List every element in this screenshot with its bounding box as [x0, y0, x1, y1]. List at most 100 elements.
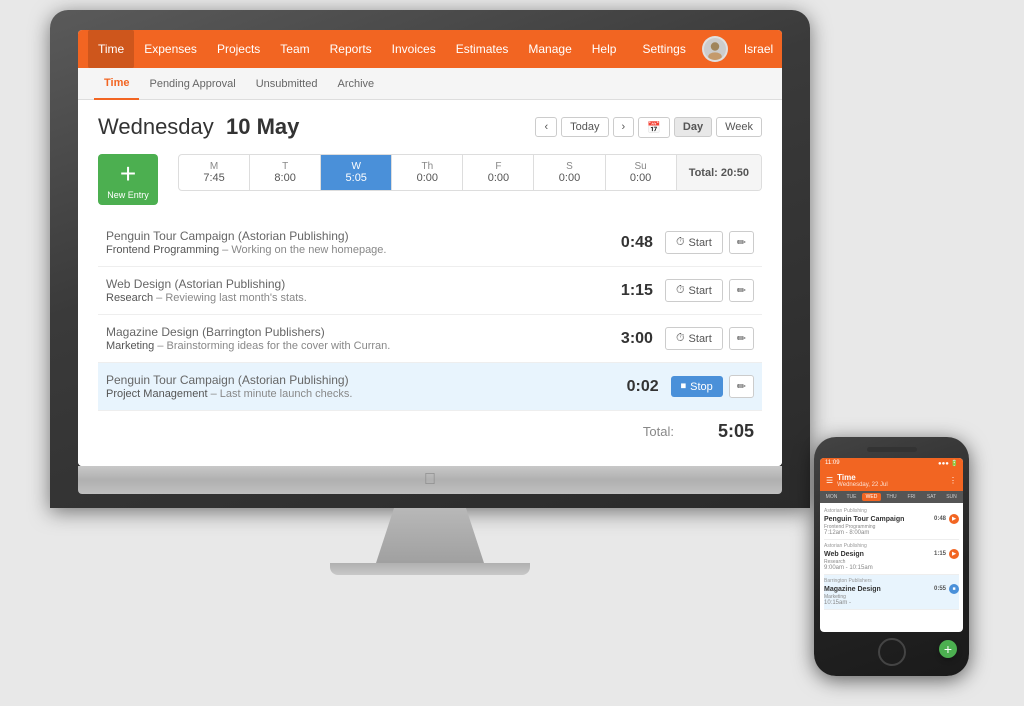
entry-project: Penguin Tour Campaign — [106, 373, 235, 387]
day-name: Wednesday — [98, 114, 214, 139]
edit-button[interactable]: ✏ — [729, 231, 754, 254]
stop-label: Stop — [690, 381, 713, 393]
entry-title: Web Design (Astorian Publishing) — [106, 277, 613, 291]
nav-right: Help Settings Israel ▾ — [582, 30, 782, 68]
nav-manage[interactable]: Manage — [518, 30, 581, 68]
calendar-icon: 📅 — [647, 122, 661, 134]
start-label: Start — [689, 285, 712, 297]
entry-description: Brainstorming ideas for the cover with C… — [167, 340, 391, 352]
week-days: M 7:45 T 8:00 W 5:05 — [179, 155, 676, 190]
pencil-icon: ✏ — [737, 333, 746, 345]
sub-nav-unsubmitted[interactable]: Unsubmitted — [246, 68, 328, 100]
week-day-sun[interactable]: Su 0:00 — [606, 155, 676, 190]
entry-title: Penguin Tour Campaign (Astorian Publishi… — [106, 373, 619, 387]
entry-desc-sep: – — [222, 244, 231, 256]
user-name[interactable]: Israel — [734, 30, 782, 68]
iphone-screen: 11:09 ●●● 🔋 ☰ Time Wednesday, 22 Jul ⋮ M… — [820, 458, 963, 632]
week-day-thu[interactable]: Th 0:00 — [392, 155, 463, 190]
tue-time: 8:00 — [258, 172, 312, 184]
entry-category: Project Management — [106, 388, 208, 400]
calendar-nav: ‹ Today › 📅 Day Week — [535, 117, 762, 138]
clock-icon: ⏱ — [676, 284, 685, 297]
imac-display: Time Expenses Projects Team Reports Invo… — [78, 30, 782, 466]
iphone-fab-button[interactable]: + — [939, 640, 957, 658]
start-button[interactable]: ⏱ Start — [665, 231, 723, 254]
avatar[interactable] — [702, 36, 728, 62]
week-section: + New Entry M 7:45 T 8:00 — [98, 154, 762, 205]
pencil-icon: ✏ — [737, 237, 746, 249]
iphone-play-button[interactable]: ▶ — [949, 514, 959, 524]
week-day-mon[interactable]: M 7:45 — [179, 155, 250, 190]
entry-title: Magazine Design (Barrington Publishers) — [106, 325, 613, 339]
nav-projects[interactable]: Projects — [207, 30, 270, 68]
entry-sub: Frontend Programming – Working on the ne… — [106, 244, 613, 256]
list-item: Astorian Publishing Web Design 1:15 ▶ Re… — [824, 540, 959, 575]
entry-actions: ⏱ Start ✏ — [665, 279, 754, 302]
tue-label: T — [258, 161, 312, 172]
day-view-button[interactable]: Day — [674, 117, 712, 137]
edit-button[interactable]: ✏ — [729, 375, 754, 398]
stop-icon: ⏹ — [681, 380, 687, 393]
nav-help[interactable]: Help — [582, 30, 627, 68]
entry-project: Magazine Design — [106, 325, 199, 339]
iphone-day-mon: MON — [822, 493, 841, 501]
prev-button[interactable]: ‹ — [535, 117, 557, 137]
nav-reports[interactable]: Reports — [320, 30, 382, 68]
edit-button[interactable]: ✏ — [729, 327, 754, 350]
start-button[interactable]: ⏱ Start — [665, 327, 723, 350]
iphone-day-fri: FRI — [902, 493, 921, 501]
nav-time[interactable]: Time — [88, 30, 134, 68]
edit-button[interactable]: ✏ — [729, 279, 754, 302]
entry-sub: Marketing – Brainstorming ideas for the … — [106, 340, 613, 352]
sub-nav-time[interactable]: Time — [94, 68, 139, 100]
calendar-icon-button[interactable]: 📅 — [638, 117, 670, 138]
nav-team[interactable]: Team — [270, 30, 319, 68]
new-entry-button[interactable]: + New Entry — [98, 154, 158, 205]
start-label: Start — [689, 333, 712, 345]
start-label: Start — [689, 237, 712, 249]
iphone-stop-button[interactable]: ■ — [949, 584, 959, 594]
thu-time: 0:00 — [400, 172, 454, 184]
sat-label: S — [542, 161, 596, 172]
iphone-statusbar: 11:09 ●●● 🔋 — [820, 458, 963, 469]
nav-invoices[interactable]: Invoices — [382, 30, 446, 68]
sub-nav-archive[interactable]: Archive — [327, 68, 384, 100]
week-day-sat[interactable]: S 0:00 — [534, 155, 605, 190]
stop-button[interactable]: ⏹ Stop — [671, 376, 723, 397]
entry-category: Marketing — [106, 340, 154, 352]
entry-client: (Astorian Publishing) — [238, 373, 349, 387]
iphone-signal: ●●● 🔋 — [938, 460, 958, 467]
list-item: Barrington Publishers Magazine Design 0:… — [824, 575, 959, 610]
start-button[interactable]: ⏱ Start — [665, 279, 723, 302]
week-view-button[interactable]: Week — [716, 117, 762, 137]
sub-nav-pending[interactable]: Pending Approval — [139, 68, 245, 100]
today-button[interactable]: Today — [561, 117, 608, 137]
app-body: Wednesday 10 May ‹ Today › 📅 Day Week — [78, 100, 782, 466]
pencil-icon: ✏ — [737, 285, 746, 297]
total-label: Total: — [643, 424, 674, 439]
total-row: Total: 5:05 — [98, 411, 762, 452]
entry-info: Penguin Tour Campaign (Astorian Publishi… — [106, 373, 619, 400]
iphone-time-action: 0:48 ▶ — [934, 514, 959, 524]
week-day-fri[interactable]: F 0:00 — [463, 155, 534, 190]
nav-expenses[interactable]: Expenses — [134, 30, 207, 68]
week-day-wed[interactable]: W 5:05 — [321, 155, 392, 190]
calendar-header: Wednesday 10 May ‹ Today › 📅 Day Week — [98, 114, 762, 140]
iphone-home-button[interactable] — [878, 638, 906, 666]
mon-time: 7:45 — [187, 172, 241, 184]
week-day-tue[interactable]: T 8:00 — [250, 155, 321, 190]
iphone-time-range: 9:00am - 10:15am — [824, 565, 959, 571]
week-total: Total: 20:50 — [676, 155, 761, 190]
nav-settings[interactable]: Settings — [632, 30, 695, 68]
entry-description: Working on the new homepage. — [231, 244, 386, 256]
sat-time: 0:00 — [542, 172, 596, 184]
table-row: Penguin Tour Campaign (Astorian Publishi… — [98, 219, 762, 267]
iphone-nav: ☰ Time Wednesday, 22 Jul ⋮ — [820, 469, 963, 491]
next-button[interactable]: › — [613, 117, 635, 137]
entry-info: Web Design (Astorian Publishing) Researc… — [106, 277, 613, 304]
nav-estimates[interactable]: Estimates — [446, 30, 519, 68]
iphone-play-button[interactable]: ▶ — [949, 549, 959, 559]
apple-logo-icon:  — [424, 471, 436, 489]
entry-info: Penguin Tour Campaign (Astorian Publishi… — [106, 229, 613, 256]
wed-label: W — [329, 161, 383, 172]
